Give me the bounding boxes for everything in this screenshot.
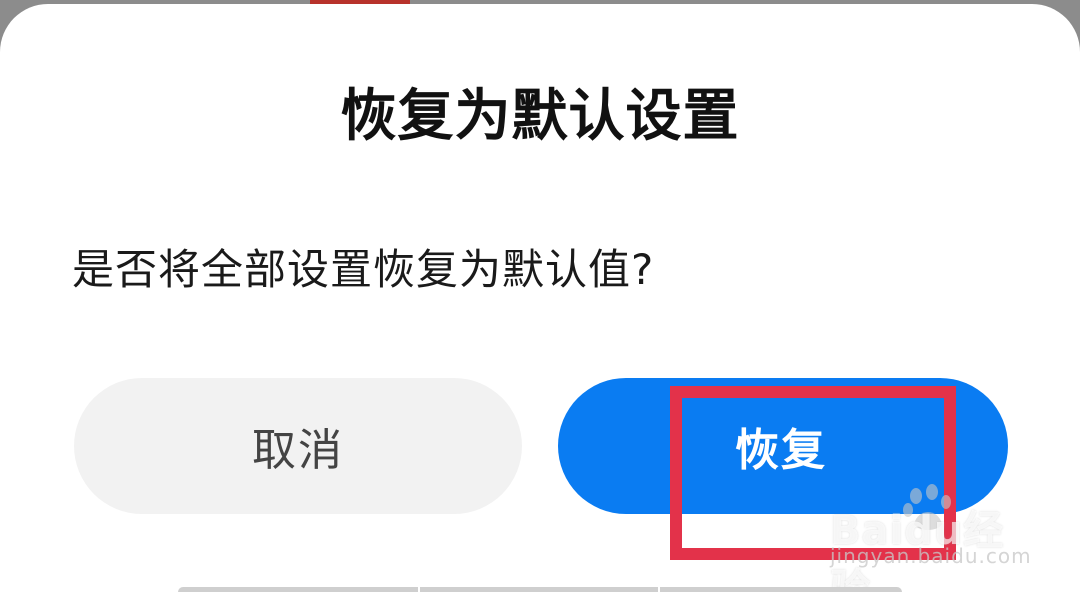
bottom-bar: [178, 587, 902, 592]
restore-button-label: 恢复: [735, 425, 827, 476]
watermark-url: jingyan.baidu.com: [830, 544, 1032, 568]
restore-button[interactable]: 恢复: [558, 378, 1008, 514]
cancel-button-label: 取消: [252, 425, 344, 476]
highlight-annotation-band: [684, 516, 940, 536]
bottom-bar-divider: [658, 587, 660, 592]
dialog-title: 恢复为默认设置: [340, 84, 740, 149]
dialog-message: 是否将全部设置恢复为默认值?: [72, 245, 655, 294]
restore-defaults-dialog: 恢复为默认设置 是否将全部设置恢复为默认值? 取消 恢复 Baidu经验 jin…: [0, 4, 1080, 592]
bottom-bar-divider: [418, 587, 420, 592]
cancel-button[interactable]: 取消: [74, 378, 522, 514]
